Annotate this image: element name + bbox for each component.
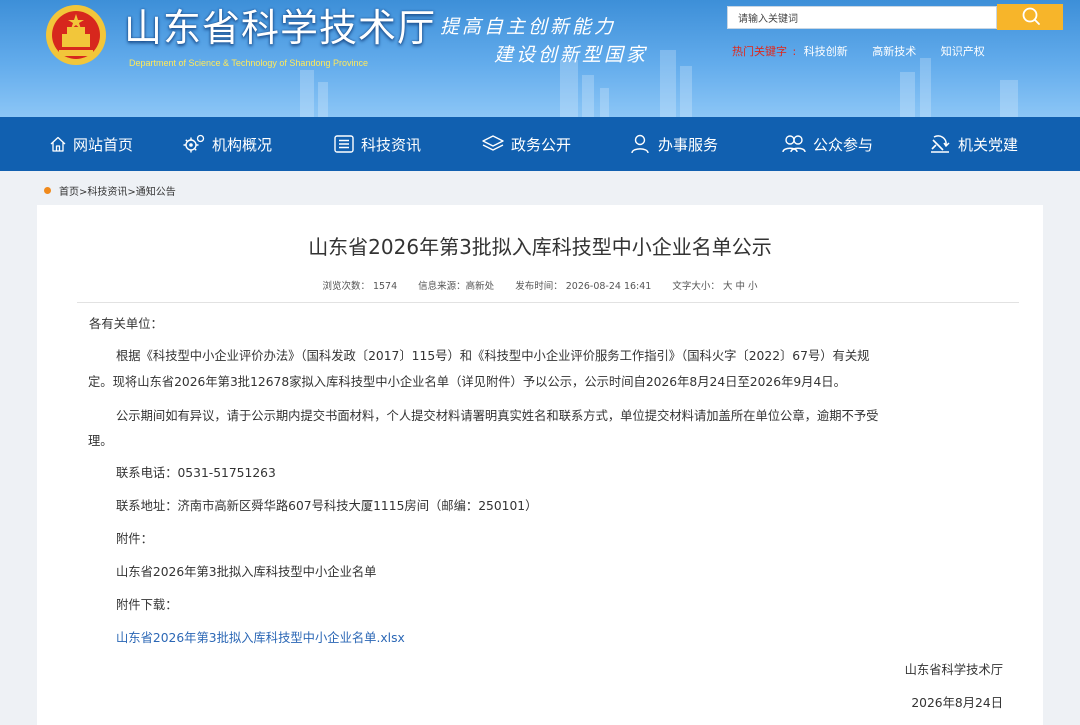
contact-address: 联系地址：济南市高新区舜华路607号科技大厦1115房间（邮编：250101）: [116, 499, 538, 513]
hot-keywords: 热门关键字 : 科技创新 高新技术 知识产权: [732, 43, 1006, 59]
nav-item-about[interactable]: 机构概况: [182, 117, 272, 171]
download-label: 附件下载：: [116, 598, 178, 612]
slogan-line-2: 建设创新型国家: [494, 44, 649, 66]
paragraph-2-line-1: 公示期间如有异议，请于公示期内提交书面材料，个人提交材料请署明真实姓名和联系方式…: [116, 409, 879, 423]
paragraph-1-line-2: 定。现将山东省2026年第3批12678家拟入库科技型中小企业名单（详见附件）予…: [88, 375, 846, 389]
nav-item-label: 政务公开: [511, 135, 572, 154]
search-button[interactable]: [997, 4, 1063, 30]
nav-item-label: 网站首页: [73, 135, 134, 154]
font-size-large[interactable]: 大: [723, 281, 733, 292]
greeting: 各有关单位：: [89, 317, 163, 331]
info-source: 信息来源：高新处: [418, 281, 495, 292]
font-size-label: 文字大小：: [672, 281, 720, 292]
nav-item-news[interactable]: 科技资讯: [333, 117, 421, 171]
sign-date: 2026年8月24日: [911, 696, 1003, 710]
search-box: [727, 6, 998, 30]
signature: 山东省科学技术厅: [904, 663, 1003, 677]
home-icon: [50, 136, 66, 152]
attachment-name: 山东省2026年第3批拟入库科技型中小企业名单: [116, 565, 377, 579]
view-count: 浏览次数： 1574: [322, 281, 398, 292]
nav-item-label: 机关党建: [958, 135, 1019, 154]
search-input[interactable]: [728, 9, 998, 30]
slogan-line-1: 提高自主创新能力: [440, 16, 617, 38]
main-nav: 网站首页 机构概况 科技资讯 政务公开 办事服务 公众参与 机关党建: [0, 117, 1080, 171]
site-header: 山东省科学技术厅 Department of Science & Technol…: [0, 0, 1080, 117]
breadcrumb-dot-icon: [44, 187, 51, 194]
attachment-label: 附件：: [116, 532, 153, 546]
hot-link-tech-innovation[interactable]: 科技创新: [804, 45, 848, 58]
nav-item-party[interactable]: 机关党建: [928, 117, 1018, 171]
paragraph-2-line-2: 理。: [88, 434, 113, 448]
nav-item-public[interactable]: 公众参与: [781, 117, 873, 171]
article-title: 山东省2026年第3批拟入库科技型中小企业名单公示: [308, 235, 772, 259]
nav-item-gov-affairs[interactable]: 政务公开: [481, 117, 571, 171]
hot-link-ip[interactable]: 知识产权: [941, 45, 985, 58]
nav-item-services[interactable]: 办事服务: [630, 117, 718, 171]
nav-item-label: 科技资讯: [361, 135, 422, 154]
publish-date: 发布时间： 2026-08-24 16:41: [515, 281, 652, 292]
national-emblem-icon: [46, 5, 106, 65]
title-divider: [77, 302, 1019, 303]
nav-item-home[interactable]: 网站首页: [49, 117, 133, 171]
party-icon: [931, 135, 950, 153]
hot-keywords-separator: :: [792, 45, 797, 58]
layers-icon: [482, 135, 504, 151]
nav-item-label: 机构概况: [212, 135, 273, 154]
contact-phone: 联系电话：0531-51751263: [116, 466, 276, 480]
paragraph-1-line-1: 根据《科技型中小企业评价办法》（国科发政〔2017〕115号）和《科技型中小企业…: [116, 349, 870, 363]
group-icon: [782, 135, 806, 153]
hot-keywords-label: 热门关键字: [732, 45, 787, 58]
site-title-en: Department of Science & Technology of Sh…: [129, 58, 368, 68]
breadcrumb-text[interactable]: 首页>科技资讯>通知公告: [59, 183, 176, 198]
article-meta: 浏览次数： 1574 信息来源：高新处 发布时间： 2026-08-24 16:…: [37, 278, 1043, 292]
article-container: 山东省2026年第3批拟入库科技型中小企业名单公示 浏览次数： 1574 信息来…: [37, 205, 1043, 725]
nav-item-label: 公众参与: [813, 135, 874, 154]
font-size-control: 文字大小： 大 中 小: [672, 281, 757, 292]
site-title: 山东省科学技术厅: [124, 6, 437, 50]
font-size-small[interactable]: 小: [748, 281, 758, 292]
search-icon: [1022, 7, 1040, 25]
news-icon: [334, 135, 354, 153]
user-icon: [631, 134, 649, 154]
font-size-medium[interactable]: 中: [735, 281, 745, 292]
breadcrumb: 首页>科技资讯>通知公告: [44, 183, 176, 198]
nav-item-label: 办事服务: [658, 135, 719, 154]
hot-link-high-tech[interactable]: 高新技术: [872, 45, 916, 58]
gear-icon: [183, 134, 205, 153]
download-link[interactable]: 山东省2026年第3批拟入库科技型中小企业名单.xlsx: [116, 626, 405, 651]
